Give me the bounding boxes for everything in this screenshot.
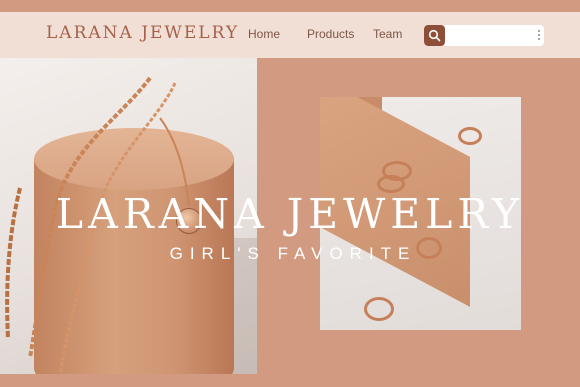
brand-logo[interactable]: LARANA JEWELRY [46,23,239,43]
nav-link-products[interactable]: Products [307,27,354,41]
search-button[interactable] [424,25,445,46]
search-icon [428,29,441,42]
hero-title: LARANA JEWELRY [55,190,525,238]
search-input[interactable] [446,25,534,46]
site-header: LARANA JEWELRY Home Products Team [0,12,580,58]
search-bar [424,25,544,46]
ring-image [458,127,482,145]
nav-link-home[interactable]: Home [248,27,280,41]
kebab-menu-icon[interactable] [537,30,541,41]
hero-subtitle: GIRL'S FAVORITE [169,244,417,263]
ring-image [364,297,394,321]
nav-link-team[interactable]: Team [373,27,402,41]
